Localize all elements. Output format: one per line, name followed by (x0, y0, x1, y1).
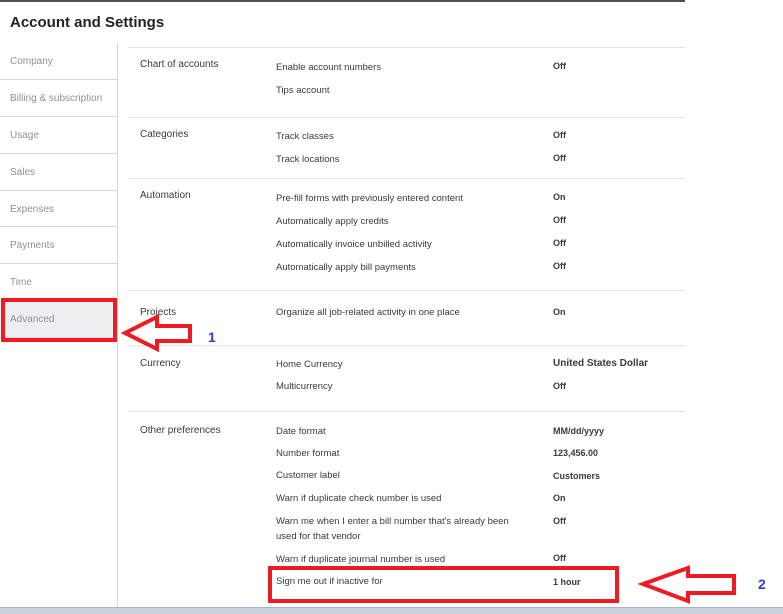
top-border (0, 0, 685, 2)
highlight-box-advanced (1, 298, 117, 342)
bottom-bar (0, 607, 783, 614)
section-currency[interactable]: Currency Home Currency United States Dol… (128, 345, 685, 411)
setting-label: Customer label (276, 470, 340, 481)
setting-value: On (553, 493, 566, 503)
section-title: Chart of accounts (140, 59, 219, 70)
setting-label: Tips account (276, 85, 330, 96)
setting-label: Organize all job-related activity in one… (276, 307, 460, 318)
setting-value: Off (553, 153, 566, 163)
section-chart-of-accounts[interactable]: Chart of accounts Enable account numbers… (128, 47, 685, 117)
setting-value: Off (553, 238, 566, 248)
annotation-arrow-2-icon (638, 565, 736, 604)
setting-label: Track locations (276, 154, 340, 165)
setting-label: Automatically invoice unbilled activity (276, 239, 432, 250)
section-automation[interactable]: Automation Pre-fill forms with previousl… (128, 178, 685, 290)
sidebar-divider (117, 43, 118, 609)
sidebar-item-time[interactable]: Time (0, 264, 117, 302)
setting-label: Warn me when I enter a bill number that'… (276, 516, 509, 542)
settings-sidebar: Company Billing & subscription Usage Sal… (0, 43, 117, 339)
setting-value: United States Dollar (553, 358, 649, 369)
setting-value: Off (553, 215, 566, 225)
section-title: Automation (140, 190, 191, 201)
setting-label: Track classes (276, 131, 334, 142)
setting-label: Automatically apply credits (276, 216, 389, 227)
setting-value: Off (553, 381, 566, 391)
annotation-arrow-1-icon (120, 313, 192, 353)
setting-value: On (553, 192, 566, 202)
page-title: Account and Settings (10, 14, 165, 31)
setting-value: Off (553, 130, 566, 140)
setting-label: Automatically apply bill payments (276, 262, 416, 273)
sidebar-item-usage[interactable]: Usage (0, 117, 117, 154)
sidebar-item-sales[interactable]: Sales (0, 154, 117, 191)
setting-label: Date format (276, 426, 326, 437)
setting-value: Customers (553, 471, 601, 481)
setting-label: Number format (276, 448, 340, 459)
annotation-number-2: 2 (758, 576, 766, 592)
sidebar-item-company[interactable]: Company (0, 43, 117, 80)
setting-label: Warn if duplicate check number is used (276, 493, 442, 504)
annotation-number-1: 1 (208, 329, 216, 345)
sidebar-item-expenses[interactable]: Expenses (0, 191, 117, 228)
setting-value: Off (553, 516, 566, 526)
section-title: Categories (140, 129, 189, 140)
setting-value: On (553, 307, 566, 317)
setting-label: Warn if duplicate journal number is used (276, 554, 446, 565)
section-title: Other preferences (140, 425, 221, 436)
sidebar-item-billing[interactable]: Billing & subscription (0, 80, 117, 117)
setting-value: MM/dd/yyyy (553, 426, 605, 436)
section-title: Currency (140, 358, 181, 369)
setting-value: Off (553, 61, 566, 71)
setting-label: Multicurrency (276, 381, 333, 392)
setting-label: Home Currency (276, 359, 343, 370)
setting-label: Pre-fill forms with previously entered c… (276, 193, 463, 204)
setting-label: Enable account numbers (276, 62, 382, 73)
setting-value: 123,456.00 (553, 448, 599, 458)
setting-value: Off (553, 553, 566, 563)
highlight-box-sign-out (268, 566, 619, 603)
section-categories[interactable]: Categories Track classes Off Track locat… (128, 117, 685, 178)
sidebar-item-payments[interactable]: Payments (0, 227, 117, 265)
setting-value: Off (553, 261, 566, 271)
